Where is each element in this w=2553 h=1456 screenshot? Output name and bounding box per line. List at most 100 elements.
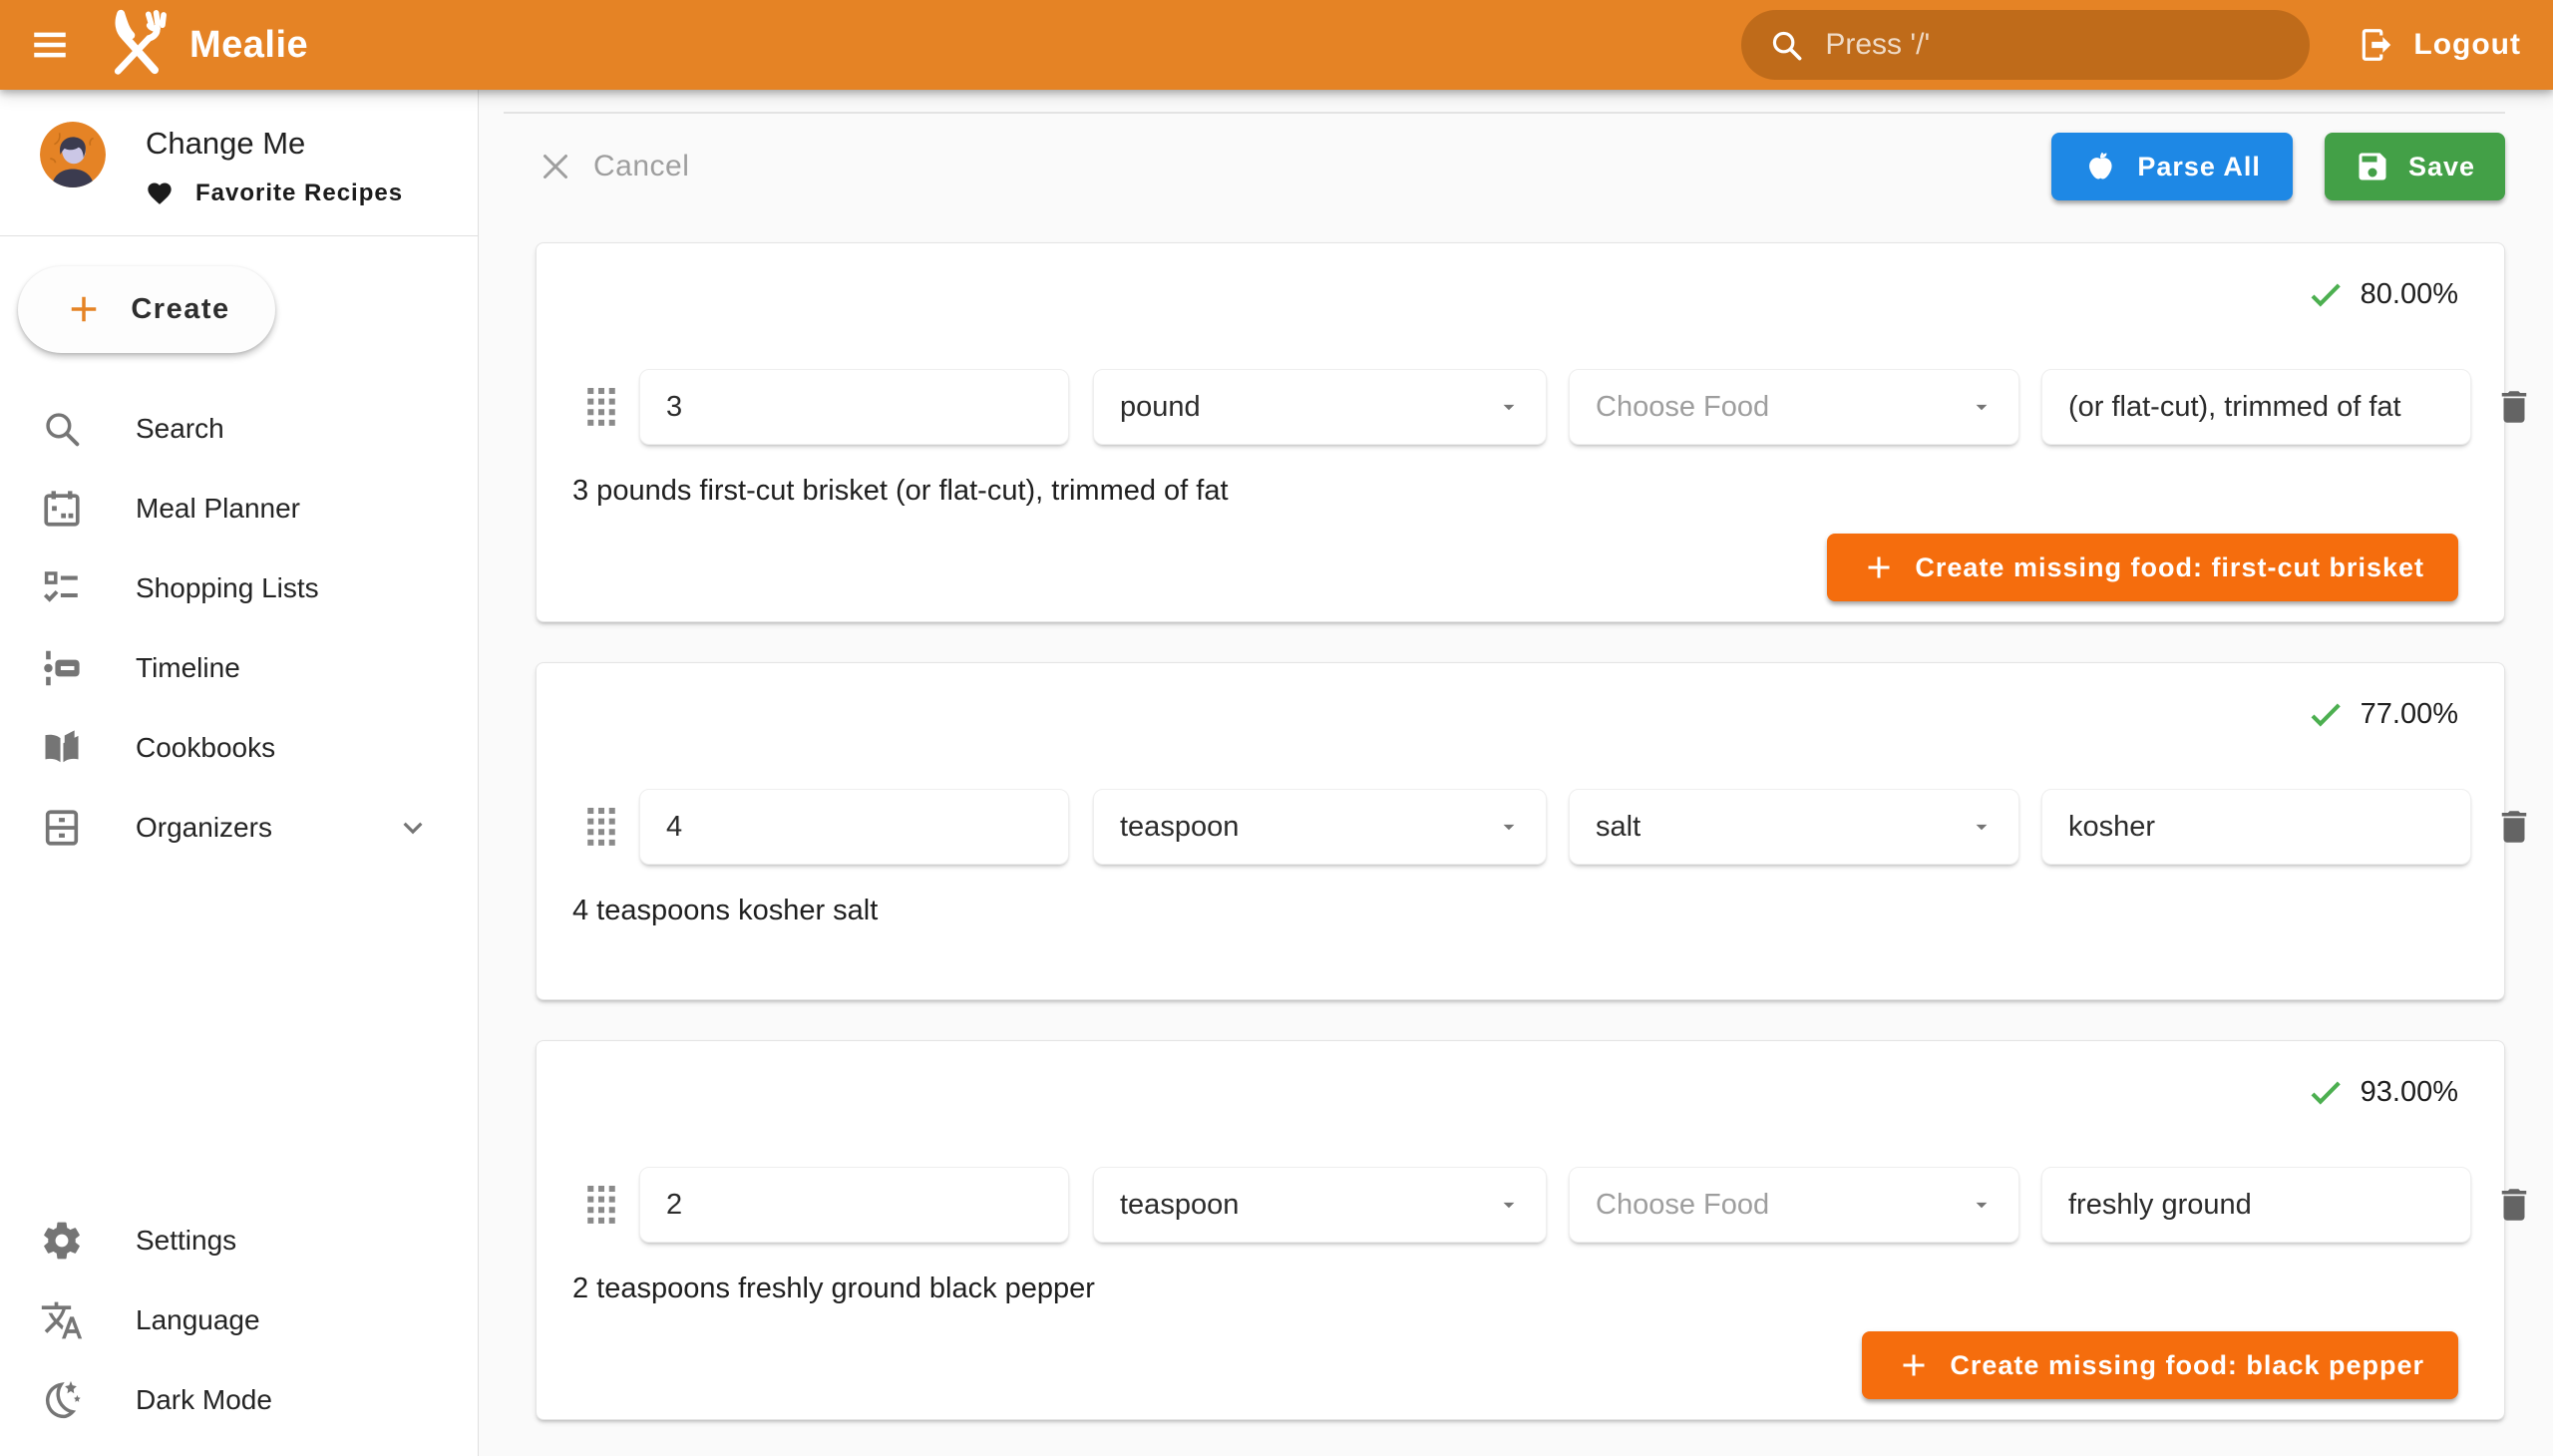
drag-handle-icon[interactable] <box>587 808 615 846</box>
menu-icon[interactable] <box>24 19 76 71</box>
caret-down-icon <box>1496 814 1522 840</box>
ingredient-fields-row: teaspoon salt <box>570 789 2482 865</box>
global-search[interactable] <box>1741 10 2310 80</box>
favorite-recipes-link[interactable]: Favorite Recipes <box>146 180 403 207</box>
plus-icon <box>1896 1347 1932 1383</box>
timeline-icon <box>40 646 84 690</box>
cancel-button[interactable]: Cancel <box>536 149 705 184</box>
confidence-value: 93.00% <box>2361 1076 2458 1109</box>
trash-icon <box>2493 1184 2535 1226</box>
app-header: Mealie Logout <box>0 0 2553 90</box>
logout-label: Logout <box>2413 28 2521 62</box>
unit-select[interactable]: teaspoon <box>1093 1167 1547 1243</box>
check-icon <box>2307 695 2345 733</box>
save-button[interactable]: Save <box>2325 133 2505 200</box>
sidebar-item-language[interactable]: Language <box>0 1280 478 1360</box>
translate-icon <box>40 1298 84 1342</box>
sidebar-item-timeline[interactable]: Timeline <box>0 628 478 708</box>
sidebar-item-shopping-lists[interactable]: Shopping Lists <box>0 548 478 628</box>
sidebar-nav-footer: Settings Language Dark Mode <box>0 1201 478 1456</box>
ingredient-card: 80.00% pound <box>536 242 2505 622</box>
ingredient-fields-row: pound Choose Food <box>570 369 2482 445</box>
sidebar-item-organizers[interactable]: Organizers <box>0 788 478 868</box>
trash-icon <box>2493 806 2535 848</box>
mealie-logo-icon <box>102 9 174 81</box>
drag-handle-icon[interactable] <box>587 388 615 426</box>
check-icon <box>2307 275 2345 313</box>
gear-icon <box>40 1219 84 1263</box>
food-select[interactable]: Choose Food <box>1569 369 2019 445</box>
delete-button[interactable] <box>2493 1184 2535 1226</box>
delete-button[interactable] <box>2493 386 2535 428</box>
app-brand[interactable]: Mealie <box>102 9 308 81</box>
confidence-value: 77.00% <box>2361 698 2458 731</box>
delete-button[interactable] <box>2493 806 2535 848</box>
sidebar-nav: Search Meal Planner Shopping Lists Timel… <box>0 389 478 868</box>
create-missing-food-label: Create missing food: first-cut brisket <box>1915 552 2424 583</box>
original-ingredient-text: 4 teaspoons kosher salt <box>572 895 2482 927</box>
food-select-value: salt <box>1596 811 1641 844</box>
confidence-indicator: 77.00% <box>570 695 2458 733</box>
food-select[interactable]: Choose Food <box>1569 1167 2019 1243</box>
mealie-app: Mealie Logout C <box>0 0 2553 1456</box>
ingredient-fields-row: teaspoon Choose Food <box>570 1167 2482 1243</box>
sidebar-item-cookbooks[interactable]: Cookbooks <box>0 708 478 788</box>
unit-select-value: teaspoon <box>1120 811 1239 844</box>
favorite-recipes-label: Favorite Recipes <box>195 180 403 207</box>
create-missing-food-button[interactable]: Create missing food: black pepper <box>1862 1331 2458 1399</box>
ingredient-list: 80.00% pound <box>536 242 2505 1456</box>
confidence-indicator: 80.00% <box>570 275 2458 313</box>
calendar-icon <box>40 487 84 531</box>
create-missing-food-label: Create missing food: black pepper <box>1950 1350 2424 1381</box>
ingredient-card: 77.00% teaspoon <box>536 662 2505 1000</box>
ingredient-card: 93.00% teaspoon <box>536 1040 2505 1420</box>
food-select-value: Choose Food <box>1596 1189 1769 1222</box>
unit-select-value: teaspoon <box>1120 1189 1239 1222</box>
search-icon <box>1767 26 1805 64</box>
unit-select[interactable]: pound <box>1093 369 1547 445</box>
book-icon <box>40 726 84 770</box>
sidebar-item-search[interactable]: Search <box>0 389 478 469</box>
caret-down-icon <box>1969 1192 1995 1218</box>
user-profile[interactable]: Change Me Favorite Recipes <box>0 90 478 235</box>
parse-all-button[interactable]: Parse All <box>2051 133 2293 200</box>
save-label: Save <box>2408 152 2475 182</box>
app-title: Mealie <box>189 24 308 67</box>
caret-down-icon <box>1969 814 1995 840</box>
unit-select[interactable]: teaspoon <box>1093 789 1547 865</box>
note-input[interactable] <box>2041 789 2471 865</box>
unit-select-value: pound <box>1120 391 1201 424</box>
sidebar-item-settings[interactable]: Settings <box>0 1201 478 1280</box>
drag-handle-icon[interactable] <box>587 1186 615 1224</box>
logout-icon <box>2358 26 2395 64</box>
missing-food-row: Create missing food: first-cut brisket <box>570 534 2482 601</box>
confidence-indicator: 93.00% <box>570 1073 2458 1111</box>
missing-food-row: Create missing food: black pepper <box>570 1331 2482 1399</box>
create-missing-food-button[interactable]: Create missing food: first-cut brisket <box>1827 534 2458 601</box>
original-ingredient-text: 2 teaspoons freshly ground black pepper <box>572 1273 2482 1305</box>
logout-button[interactable]: Logout <box>2344 12 2535 78</box>
create-button[interactable]: Create <box>18 266 275 353</box>
drawer-icon <box>40 806 84 850</box>
create-button-label: Create <box>131 293 229 326</box>
sidebar-item-meal-planner[interactable]: Meal Planner <box>0 469 478 548</box>
chevron-down-icon <box>394 809 432 847</box>
sidebar-divider <box>0 235 478 236</box>
search-input[interactable] <box>1825 28 2284 62</box>
caret-down-icon <box>1496 394 1522 420</box>
moon-icon <box>40 1378 84 1422</box>
food-select[interactable]: salt <box>1569 789 2019 865</box>
plus-icon <box>63 288 105 330</box>
confidence-value: 80.00% <box>2361 278 2458 311</box>
content-divider <box>504 112 2505 114</box>
save-icon <box>2355 149 2390 184</box>
plus-icon <box>1861 549 1897 585</box>
quantity-input[interactable] <box>639 1167 1069 1243</box>
caret-down-icon <box>1496 1192 1522 1218</box>
quantity-input[interactable] <box>639 789 1069 865</box>
note-input[interactable] <box>2041 1167 2471 1243</box>
quantity-input[interactable] <box>639 369 1069 445</box>
search-icon <box>40 407 84 451</box>
sidebar-item-dark-mode[interactable]: Dark Mode <box>0 1360 478 1440</box>
note-input[interactable] <box>2041 369 2471 445</box>
